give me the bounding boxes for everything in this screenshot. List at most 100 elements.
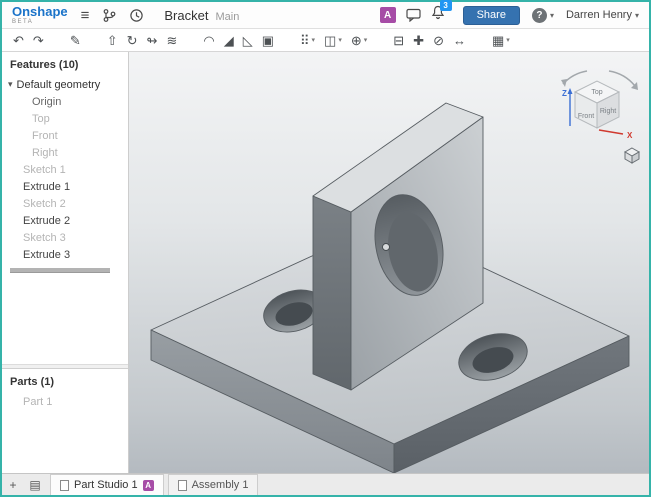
redo-icon: ↷ — [33, 34, 44, 47]
notifications-button[interactable]: 3 — [431, 5, 445, 25]
draft-icon: ◺ — [243, 34, 253, 47]
collapse-caret-icon[interactable]: ▾ — [8, 79, 13, 90]
feature-item-origin[interactable]: Origin — [2, 93, 128, 110]
logo-beta-text: BETA — [12, 19, 68, 25]
fillet-button[interactable]: ◠ — [200, 33, 217, 48]
mirror-button[interactable]: ◫▾ — [321, 33, 345, 48]
toolbar-group: ⠿▾◫▾⊕▾ — [297, 33, 373, 48]
hole-center-point[interactable] — [383, 244, 390, 251]
feature-item-extrude-2[interactable]: Extrude 2 — [2, 212, 128, 229]
split-button[interactable]: ⊟ — [390, 33, 407, 48]
onshape-window: Onshape BETA ≡ Bracket Main A — [0, 0, 651, 497]
chamfer-button[interactable]: ◢ — [221, 33, 237, 48]
toolbar-group: ⇧ ↻↬≋ — [104, 33, 184, 48]
chevron-down-icon: ▾ — [635, 11, 639, 20]
tab-avatar-badge: A — [143, 480, 154, 491]
feature-label: Top — [32, 113, 50, 125]
feature-label: Origin — [32, 96, 61, 108]
chevron-down-icon: ▾ — [550, 11, 554, 20]
part-label: Part 1 — [23, 396, 52, 408]
view-cube[interactable]: Top Front Right Z X — [551, 66, 643, 146]
isometric-view-button[interactable] — [623, 146, 641, 164]
main-area: Features (10) ▾ Default geometry Origin Top… — [2, 52, 649, 473]
shell-button[interactable]: ▣ — [259, 33, 277, 48]
feature-item-extrude-1[interactable]: Extrude 1 — [2, 178, 128, 195]
loft-button[interactable]: ≋ — [163, 33, 180, 48]
branch-icon — [102, 8, 116, 23]
toolbar-group: ▦▾ — [489, 33, 516, 48]
rotate-arrow-right-icon[interactable] — [609, 71, 635, 86]
features-panel-title: Features (10) — [2, 52, 128, 76]
user-menu[interactable]: Darren Henry ▾ — [566, 9, 639, 21]
parts-panel: Parts (1) Part 1 — [2, 369, 128, 473]
collaborator-avatar[interactable]: A — [380, 7, 396, 23]
rotate-arrow-left-icon[interactable] — [563, 71, 587, 84]
tab-list-button[interactable]: ▤ — [24, 474, 46, 495]
document-tab-icon — [60, 480, 69, 491]
undo-icon: ↶ — [13, 34, 24, 47]
branch-button[interactable] — [102, 7, 116, 23]
extrude-button[interactable]: ⇧ — [104, 33, 121, 48]
dropdown-caret-icon: ▾ — [364, 36, 368, 44]
undo-button[interactable]: ↶ — [10, 33, 27, 48]
isometric-cube-icon — [623, 146, 641, 164]
feature-item-front[interactable]: Front — [2, 127, 128, 144]
tab-assembly-1[interactable]: Assembly 1 — [168, 474, 259, 495]
help-menu[interactable]: ? ▾ — [532, 8, 554, 23]
part-item-part-1[interactable]: Part 1 — [2, 393, 128, 410]
share-button[interactable]: Share — [463, 6, 520, 25]
feature-item-extrude-3[interactable]: Extrude 3 — [2, 246, 128, 263]
feature-item-top[interactable]: Top — [2, 110, 128, 127]
toolbar-group: ⊟ ✚ ⊘ ↔ — [390, 33, 472, 48]
sketch-button[interactable]: ✎ — [67, 33, 84, 48]
feature-label: Sketch 1 — [23, 164, 66, 176]
toolbar-group: ◠ ◢ ◺ ▣ — [200, 33, 280, 48]
toolbar-group: ↶↷ — [10, 33, 50, 48]
delete-part-button[interactable]: ⊘ — [430, 33, 447, 48]
feature-item-default-geometry[interactable]: ▾ Default geometry — [2, 76, 128, 93]
linear-pattern-button[interactable]: ⠿▾ — [297, 33, 318, 48]
plus-icon: + — [9, 478, 16, 492]
comments-button[interactable] — [406, 7, 421, 23]
delete-part-icon: ⊘ — [433, 34, 444, 47]
add-tab-button[interactable]: + — [2, 474, 24, 495]
transform-button[interactable]: ✚ — [410, 33, 427, 48]
feature-label: Extrude 1 — [23, 181, 70, 193]
boolean-button[interactable]: ⊕▾ — [348, 33, 370, 48]
feature-label: Right — [32, 147, 58, 159]
display-button[interactable]: ▦▾ — [489, 33, 513, 48]
notification-badge: 3 — [440, 0, 452, 11]
fillet-icon: ◠ — [203, 34, 214, 47]
tab-part-studio-1[interactable]: Part Studio 1A — [50, 474, 164, 495]
feature-item-right[interactable]: Right — [2, 144, 128, 161]
dropdown-caret-icon: ▾ — [338, 36, 342, 44]
split-icon: ⊟ — [393, 34, 404, 47]
extrude-icon: ⇧ — [107, 34, 118, 47]
feature-item-sketch-1[interactable]: Sketch 1 — [2, 161, 128, 178]
linear-pattern-icon: ⠿ — [300, 34, 310, 47]
features-panel: Features (10) ▾ Default geometry Origin Top… — [2, 52, 128, 364]
draft-button[interactable]: ◺ — [240, 33, 256, 48]
parts-panel-title: Parts (1) — [2, 369, 128, 393]
toolbar: ↶↷✎⇧↻↬≋◠◢◺▣⠿▾◫▾⊕▾⊟✚⊘↔▦▾ — [2, 29, 649, 52]
comment-icon — [406, 8, 421, 22]
revolve-button[interactable]: ↻ — [124, 33, 141, 48]
sweep-button[interactable]: ↬ — [144, 33, 161, 48]
rollback-bar[interactable] — [10, 268, 110, 273]
viewport-canvas[interactable]: Top Front Right Z X — [129, 52, 649, 473]
measure-button[interactable]: ↔ — [450, 33, 469, 48]
main-menu-button[interactable]: ≡ — [81, 7, 90, 23]
feature-label: Default geometry — [17, 79, 101, 91]
onshape-logo[interactable]: Onshape BETA — [12, 5, 68, 25]
tabs: Part Studio 1AAssembly 1 — [50, 474, 262, 495]
plate-left-face[interactable] — [313, 196, 351, 390]
dropdown-caret-icon: ▾ — [506, 36, 510, 44]
display-icon: ▦ — [492, 34, 504, 47]
toolbar-group: ✎ — [67, 33, 87, 48]
history-button[interactable] — [129, 7, 144, 23]
feature-item-sketch-3[interactable]: Sketch 3 — [2, 229, 128, 246]
sketch-icon: ✎ — [70, 34, 81, 47]
parts-list: Part 1 — [2, 393, 128, 410]
redo-button[interactable]: ↷ — [30, 33, 47, 48]
feature-item-sketch-2[interactable]: Sketch 2 — [2, 195, 128, 212]
